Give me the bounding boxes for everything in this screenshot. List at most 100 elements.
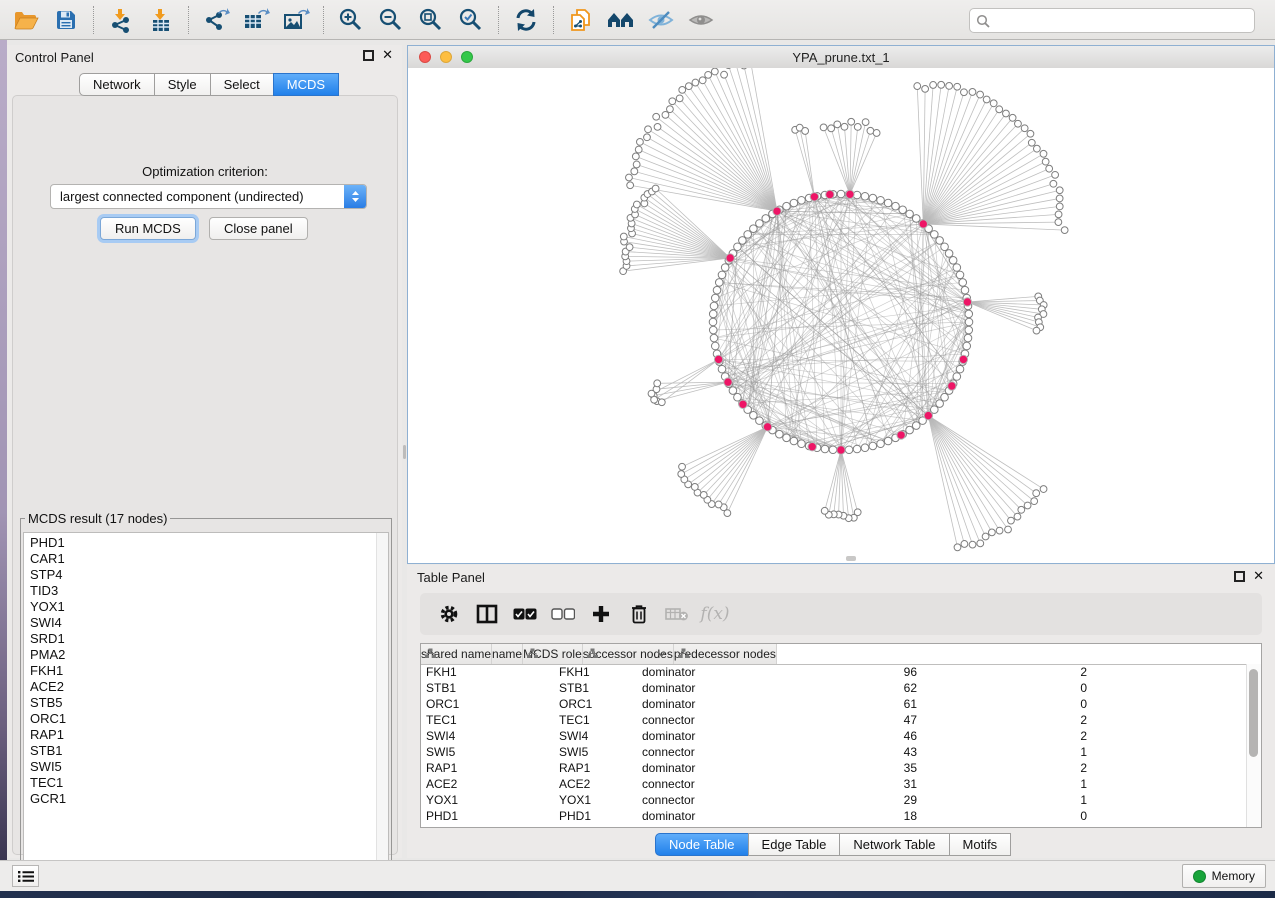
cell-predecessor-nodes[interactable]: 1 [931,776,1101,792]
cell-shared-name[interactable]: ACE2 [421,776,554,792]
table-tab[interactable]: Network Table [839,833,949,856]
cell-name[interactable]: STB1 [554,680,634,696]
cell-shared-name[interactable]: YOX1 [421,792,554,808]
deselect-all-columns-button[interactable] [548,599,578,629]
cell-predecessor-nodes[interactable]: 2 [931,664,1101,680]
table-tab[interactable]: Edge Table [748,833,841,856]
close-panel-icon[interactable]: ✕ [382,48,393,62]
column-header[interactable]: predecessor nodes [674,644,777,664]
control-panel-tab[interactable]: MCDS [273,73,339,96]
cell-successor-nodes[interactable]: 46 [784,728,931,744]
cell-shared-name[interactable]: STB1 [421,680,554,696]
show-graphics-details-button[interactable] [681,3,721,37]
mcds-result-item[interactable]: PHD1 [30,535,388,551]
hide-graphics-details-button[interactable] [641,3,681,37]
cell-mcds-role[interactable]: dominator [634,760,784,776]
cell-mcds-role[interactable]: dominator [634,728,784,744]
cell-name[interactable]: RAP1 [554,760,634,776]
cell-mcds-role[interactable]: dominator [634,680,784,696]
cell-predecessor-nodes[interactable]: 0 [931,696,1101,712]
cell-shared-name[interactable]: SWI5 [421,744,554,760]
zoom-fit-content-button[interactable] [411,3,451,37]
horizontal-splitter-grip[interactable] [846,556,856,561]
cell-successor-nodes[interactable]: 18 [784,808,931,824]
mcds-result-item[interactable]: FKH1 [30,663,388,679]
table-row[interactable]: SWI5 SWI5 connector 43 1 [421,744,1101,760]
control-panel-tab[interactable]: Network [79,73,155,96]
cell-name[interactable]: SWI4 [554,728,634,744]
mcds-result-item[interactable]: ACE2 [30,679,388,695]
search-input[interactable] [995,13,1248,29]
table-scrollbar-thumb[interactable] [1249,669,1258,757]
table-tab[interactable]: Motifs [949,833,1012,856]
mcds-result-item[interactable]: STB5 [30,695,388,711]
refresh-view-button[interactable] [506,3,546,37]
table-row[interactable]: YOX1 YOX1 connector 29 1 [421,792,1101,808]
cell-predecessor-nodes[interactable]: 2 [931,760,1101,776]
cell-name[interactable]: YOX1 [554,792,634,808]
select-all-columns-button[interactable] [510,599,540,629]
cell-predecessor-nodes[interactable]: 0 [931,680,1101,696]
cell-name[interactable]: SWI5 [554,744,634,760]
control-panel-tab[interactable]: Style [154,73,211,96]
mcds-result-item[interactable]: SWI4 [30,615,388,631]
table-row[interactable]: RAP1 RAP1 dominator 35 2 [421,760,1101,776]
table-tab[interactable]: Node Table [655,833,749,856]
cell-shared-name[interactable]: RAP1 [421,760,554,776]
float-table-panel-icon[interactable] [1234,571,1245,582]
cell-successor-nodes[interactable]: 96 [784,664,931,680]
export-network-button[interactable] [196,3,236,37]
close-panel-button[interactable]: Close panel [209,217,308,240]
table-row[interactable]: SWI4 SWI4 dominator 46 2 [421,728,1101,744]
create-column-button[interactable] [586,599,616,629]
table-scrollbar[interactable] [1246,664,1261,828]
mcds-result-item[interactable]: YOX1 [30,599,388,615]
show-column-panel-button[interactable] [472,599,502,629]
cell-successor-nodes[interactable]: 62 [784,680,931,696]
network-canvas[interactable] [408,68,1274,563]
mcds-result-item[interactable]: TID3 [30,583,388,599]
cell-mcds-role[interactable]: connector [634,792,784,808]
control-panel-tab[interactable]: Select [210,73,274,96]
cell-shared-name[interactable]: SWI4 [421,728,554,744]
cell-successor-nodes[interactable]: 47 [784,712,931,728]
table-row[interactable]: TEC1 TEC1 connector 47 2 [421,712,1101,728]
cell-mcds-role[interactable]: connector [634,712,784,728]
table-row[interactable]: ACE2 ACE2 connector 31 1 [421,776,1101,792]
mcds-result-item[interactable]: PMA2 [30,647,388,663]
mcds-result-item[interactable]: CAR1 [30,551,388,567]
float-panel-icon[interactable] [363,50,374,61]
zoom-selected-button[interactable] [451,3,491,37]
cell-name[interactable]: TEC1 [554,712,634,728]
table-row[interactable]: STB1 STB1 dominator 62 0 [421,680,1101,696]
cell-predecessor-nodes[interactable]: 2 [931,728,1101,744]
column-header[interactable]: MCDS role [523,644,583,664]
cell-name[interactable]: PHD1 [554,808,634,824]
network-list-toggle-button[interactable] [12,865,39,887]
table-row[interactable]: ORC1 ORC1 dominator 61 0 [421,696,1101,712]
cell-successor-nodes[interactable]: 61 [784,696,931,712]
import-network-button[interactable] [101,3,141,37]
zoom-out-button[interactable] [371,3,411,37]
export-image-button[interactable] [276,3,316,37]
delete-column-button[interactable] [624,599,654,629]
cell-shared-name[interactable]: FKH1 [421,664,554,680]
criterion-dropdown[interactable]: largest connected component (undirected) [50,184,367,209]
first-neighbors-button[interactable] [601,3,641,37]
mcds-result-item[interactable]: ORC1 [30,711,388,727]
cell-name[interactable]: ORC1 [554,696,634,712]
run-mcds-button[interactable]: Run MCDS [100,217,196,240]
cell-shared-name[interactable]: ORC1 [421,696,554,712]
table-row[interactable]: FKH1 FKH1 dominator 96 2 [421,664,1101,680]
save-session-button[interactable] [46,3,86,37]
table-settings-button[interactable] [434,599,464,629]
table-row[interactable]: PHD1 PHD1 dominator 18 0 [421,808,1101,824]
cell-name[interactable]: ACE2 [554,776,634,792]
copy-network-button[interactable] [561,3,601,37]
open-file-button[interactable] [6,3,46,37]
cell-shared-name[interactable]: TEC1 [421,712,554,728]
cell-name[interactable]: FKH1 [554,664,634,680]
cell-mcds-role[interactable]: dominator [634,696,784,712]
mcds-result-item[interactable]: SRD1 [30,631,388,647]
cell-predecessor-nodes[interactable]: 1 [931,792,1101,808]
